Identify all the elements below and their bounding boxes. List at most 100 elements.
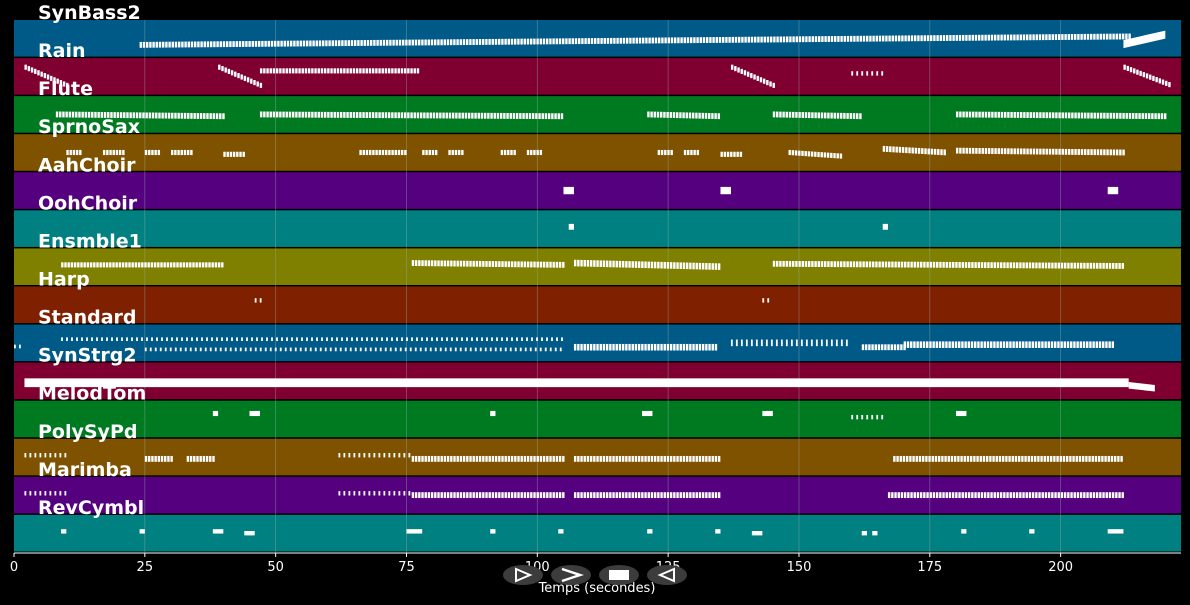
note [856,71,859,76]
note [913,35,917,42]
note [712,37,715,43]
note [673,455,676,462]
note [808,261,811,267]
note [381,149,385,156]
note [811,36,814,43]
note [596,492,599,499]
note [673,343,676,351]
note [602,492,606,499]
note [163,262,166,268]
note [488,38,491,45]
note [1105,33,1109,40]
note [804,261,808,267]
note [363,491,366,496]
note [1011,455,1014,462]
note [908,147,911,154]
note [750,36,754,43]
note [558,492,562,499]
note [339,347,342,352]
note [234,71,237,77]
note [59,453,62,458]
note [798,36,802,43]
note [291,68,295,74]
note [650,492,654,499]
note [947,455,950,462]
note [676,455,679,462]
note [1096,33,1099,40]
note [556,337,558,342]
note [759,77,763,83]
note [664,37,667,44]
note [731,36,734,43]
note [306,337,308,342]
note [641,261,644,269]
track-label: SynStrg2 [38,345,137,367]
note [198,262,202,268]
note [211,262,214,268]
note [1038,34,1042,41]
note [1109,112,1112,119]
note [1083,262,1086,269]
note [750,339,753,347]
note [631,455,634,462]
note [440,492,443,499]
play-button[interactable] [503,565,543,585]
note [682,455,686,462]
note [730,151,733,157]
track-label: Harp [38,268,90,290]
note [1076,341,1079,348]
note [462,492,466,499]
note [987,148,991,154]
note [464,347,467,352]
note [926,492,929,499]
note [599,260,602,267]
note [530,492,533,499]
note [705,455,708,462]
note [472,492,475,499]
note [1028,262,1032,269]
note [193,113,196,119]
note [232,41,235,48]
note [199,455,202,462]
note [1141,113,1144,119]
note [907,261,910,268]
note [962,147,965,154]
note [496,112,500,119]
note [593,492,596,499]
note [456,455,459,462]
note [291,337,293,342]
note [434,149,438,156]
note [333,111,336,118]
note [154,455,157,462]
note [982,455,986,462]
note [191,337,193,342]
note [445,112,448,119]
note [593,343,596,351]
note [504,455,507,462]
back-button[interactable] [647,565,687,585]
note [336,337,338,342]
note [670,149,673,156]
note [1095,492,1099,499]
note [259,347,262,352]
note [708,263,711,270]
note [1022,341,1025,348]
note [254,298,257,303]
note [1053,455,1056,462]
note [403,453,406,458]
note [536,149,539,156]
note [801,36,805,43]
forward-button[interactable] [551,565,591,585]
note [529,38,533,45]
track-band [14,324,1181,362]
note [459,492,463,499]
stop-button[interactable] [599,565,639,585]
note [242,151,245,157]
note [950,455,954,462]
note [708,343,711,351]
note [246,77,250,83]
note [583,492,586,499]
note [203,41,206,48]
note [381,337,383,342]
note [285,68,288,74]
